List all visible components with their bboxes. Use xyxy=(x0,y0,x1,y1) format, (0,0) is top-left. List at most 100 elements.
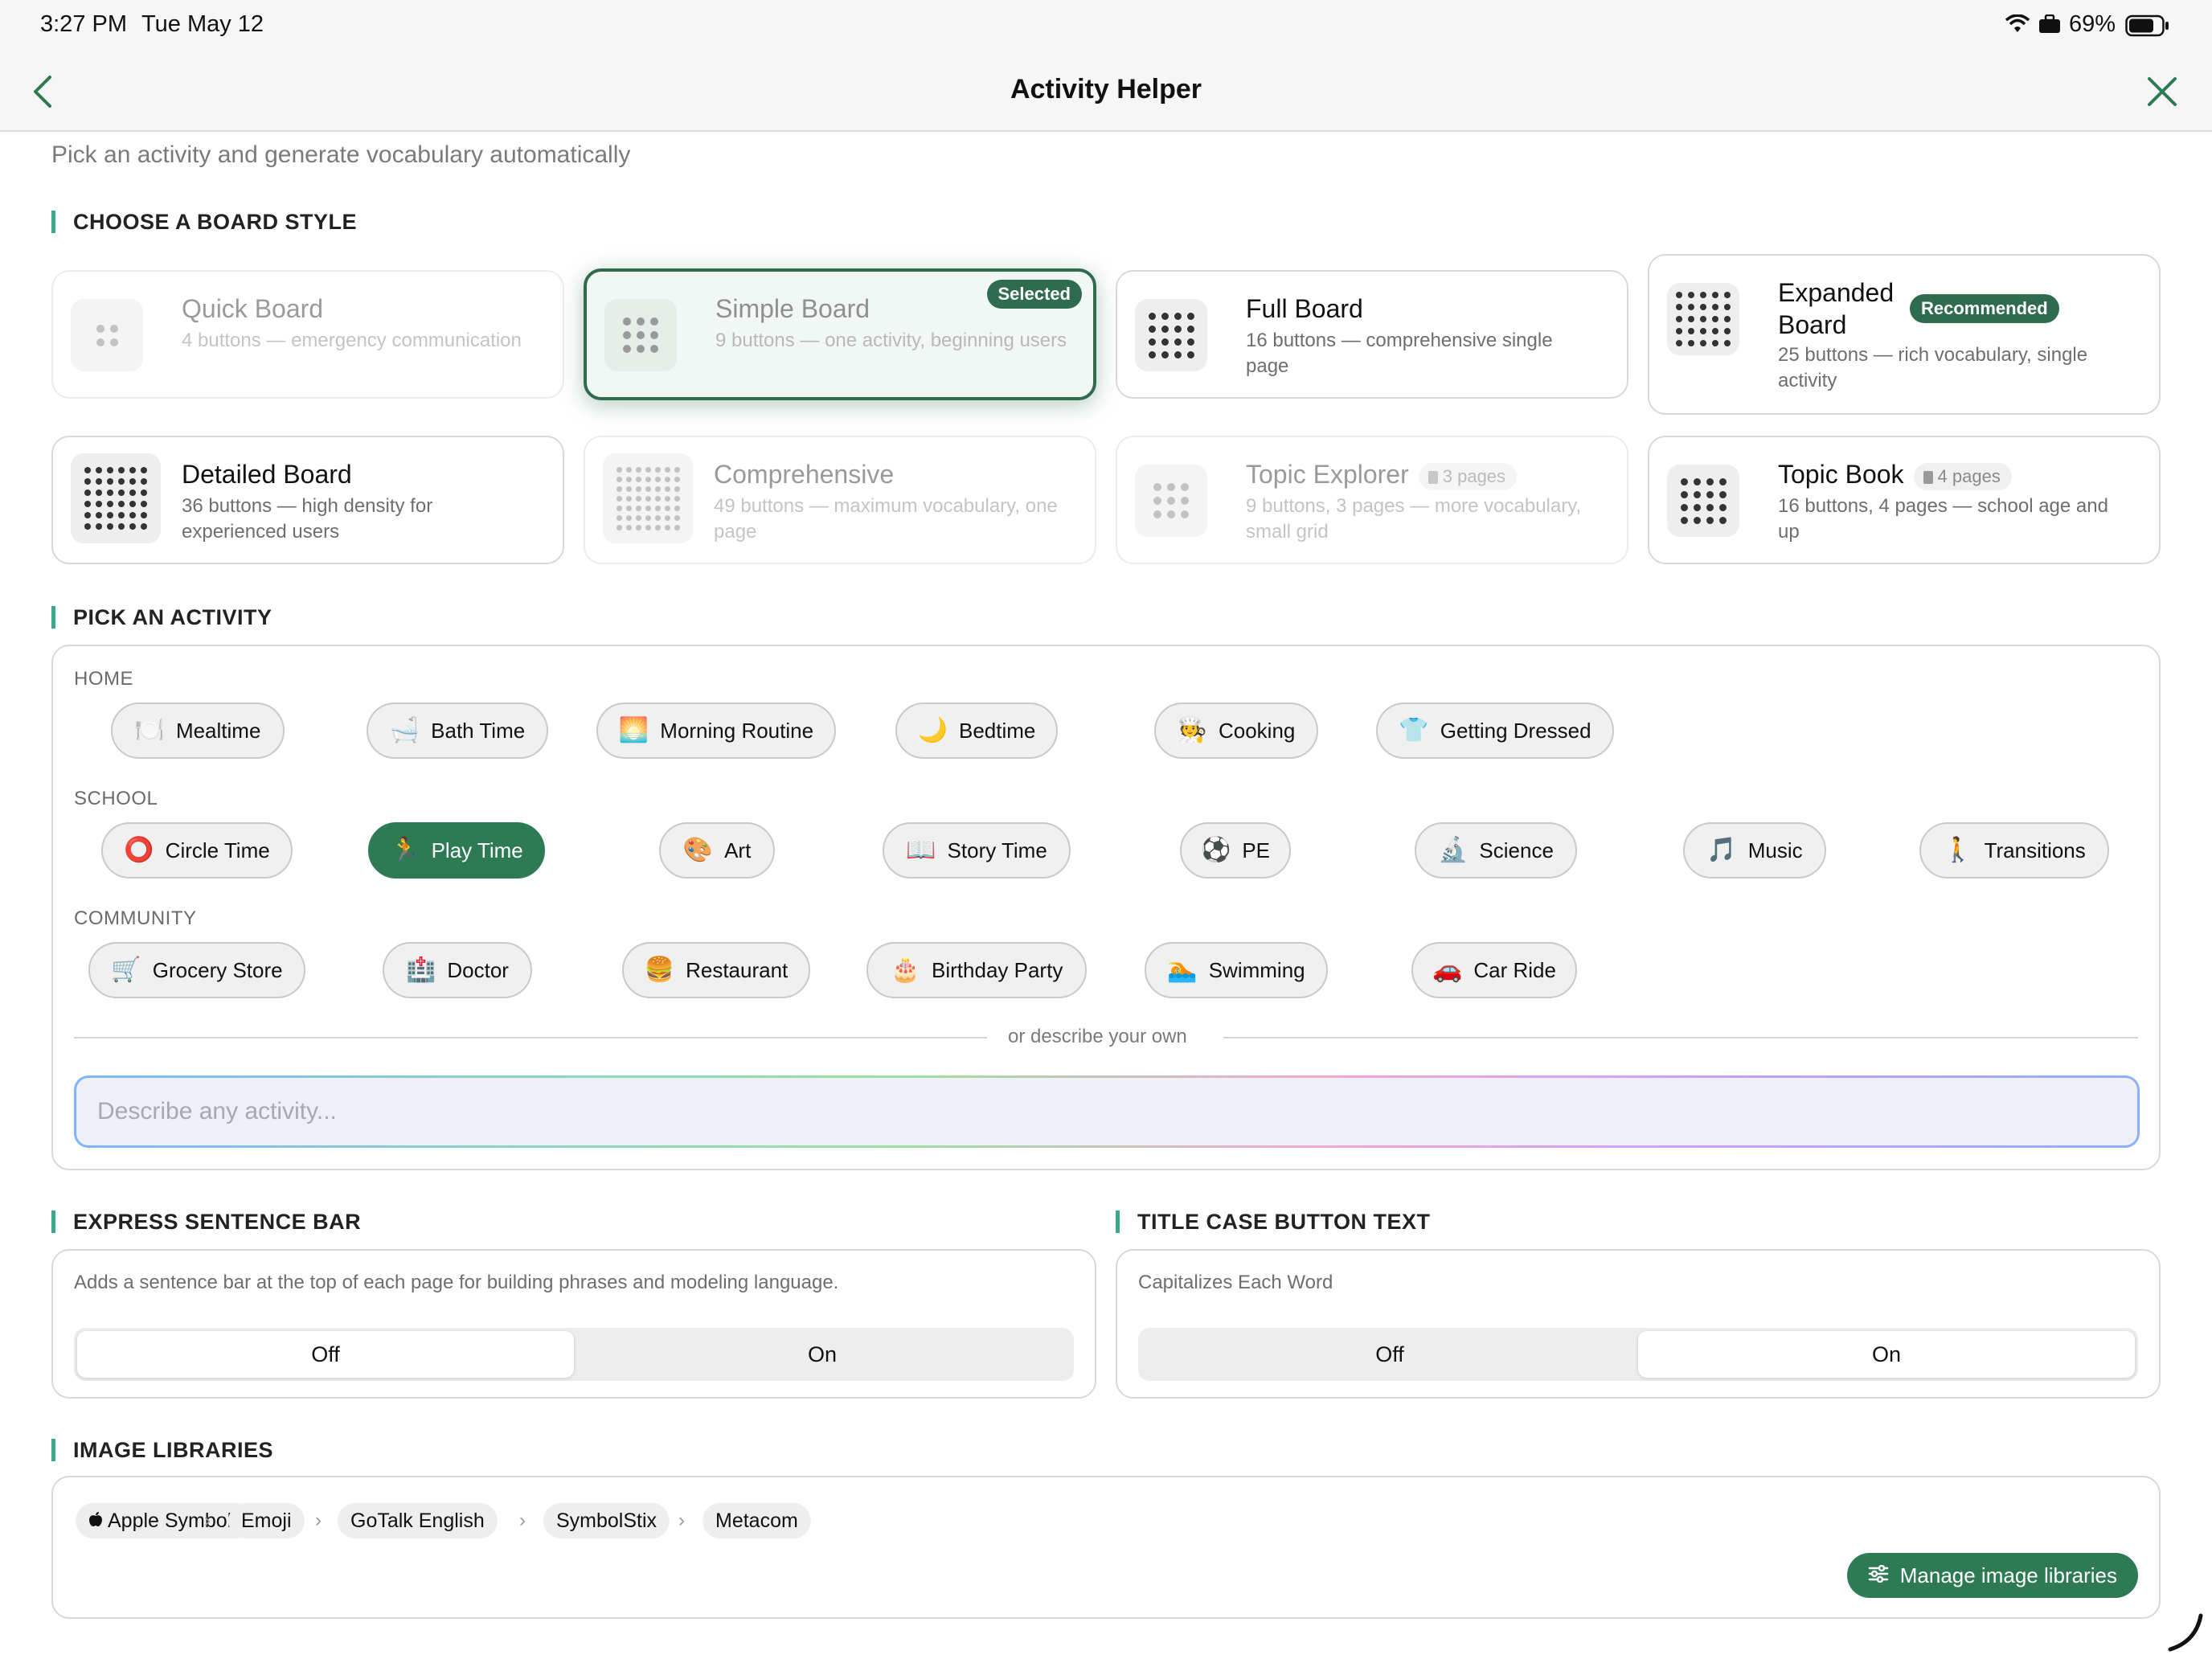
library-chip-metacom[interactable]: Metacom xyxy=(703,1503,811,1538)
grid-dot xyxy=(1153,497,1161,505)
grid-dot xyxy=(1718,477,1727,485)
chip-label: Morning Routine xyxy=(660,718,814,743)
activity-chip-music[interactable]: 🎵 Music xyxy=(1683,822,1826,879)
grid-2x2-icon xyxy=(71,299,143,371)
activity-chip-art[interactable]: 🎨 Art xyxy=(659,822,775,879)
board-card-desc: 25 buttons — rich vocabulary, single act… xyxy=(1778,344,2088,391)
grid-dot xyxy=(616,505,622,511)
grid-dot xyxy=(1688,328,1694,334)
board-card-expanded[interactable]: Expanded Board 25 buttons — rich vocabul… xyxy=(1648,254,2161,415)
grid-dot xyxy=(654,466,661,473)
or-describe-label: or describe your own xyxy=(1008,1026,1187,1047)
pages-icon xyxy=(1428,470,1438,484)
grid-dot xyxy=(1700,340,1706,346)
board-card-comprehensive[interactable]: Comprehensive 49 buttons — maximum vocab… xyxy=(584,436,1096,564)
grid-dot xyxy=(141,512,147,518)
grid-dot xyxy=(1186,338,1194,346)
grid-dot xyxy=(635,524,641,530)
grid-dot xyxy=(1167,483,1175,491)
activity-chip-cooking[interactable]: 🧑‍🍳 Cooking xyxy=(1154,703,1318,759)
activity-chip-swimming[interactable]: 🏊 Swimming xyxy=(1145,942,1328,998)
activity-chip-bath-time[interactable]: 🛁 Bath Time xyxy=(367,703,548,759)
board-card-simple[interactable]: Simple Board 9 buttons — one activity, b… xyxy=(584,268,1096,400)
activity-chip-doctor[interactable]: 🏥 Doctor xyxy=(383,942,532,998)
grid-dot xyxy=(664,466,670,473)
board-card-detailed[interactable]: Detailed Board 36 buttons — high density… xyxy=(51,436,564,564)
library-label: Metacom xyxy=(715,1509,798,1532)
board-card-desc: 9 buttons — one activity, beginning user… xyxy=(715,330,1067,351)
apple-logo-icon xyxy=(88,1509,103,1533)
activity-chip-bedtime[interactable]: 🌙 Bedtime xyxy=(895,703,1058,759)
grid-dot xyxy=(654,514,661,521)
activity-chip-transitions[interactable]: 🚶 Transitions xyxy=(1919,822,2109,879)
activity-chip-pe[interactable]: ⚽ PE xyxy=(1180,822,1291,879)
board-card-topic-book[interactable]: Topic Book 4 pages 16 buttons, 4 pages — … xyxy=(1648,436,2161,564)
grid-dot xyxy=(84,501,91,507)
chip-label: Getting Dressed xyxy=(1440,718,1591,743)
grid-dot xyxy=(635,495,641,502)
status-date: Tue May 12 xyxy=(141,11,264,37)
title-case-desc: Capitalizes Each Word xyxy=(1138,1272,1333,1293)
activity-chip-mealtime[interactable]: 🍽️ Mealtime xyxy=(111,703,285,759)
grid-dot xyxy=(1181,497,1189,505)
board-card-name: Topic Explorer xyxy=(1246,460,1409,489)
grid-dot xyxy=(109,324,118,333)
sentence-bar-on-option[interactable]: On xyxy=(574,1331,1071,1378)
library-chip-gotalk-english[interactable]: GoTalk English xyxy=(338,1503,498,1538)
grid-dot xyxy=(625,505,632,511)
grid-dot xyxy=(118,478,125,485)
describe-activity-input[interactable] xyxy=(76,1078,2137,1145)
grid-dot xyxy=(1688,316,1694,322)
grid-dot xyxy=(645,476,651,482)
grid-dot xyxy=(1700,328,1706,334)
close-icon[interactable] xyxy=(2146,76,2178,112)
activity-chip-birthday-party[interactable]: 🎂 Birthday Party xyxy=(866,942,1087,998)
activity-chip-science[interactable]: 🔬 Science xyxy=(1415,822,1577,879)
activity-chip-grocery-store[interactable]: 🛒 Grocery Store xyxy=(88,942,305,998)
activity-chip-restaurant[interactable]: 🍔 Restaurant xyxy=(622,942,810,998)
grid-dot xyxy=(129,490,136,496)
grid-dot xyxy=(1148,350,1156,358)
title-case-on-option[interactable]: On xyxy=(1638,1331,2135,1378)
grid-dot xyxy=(118,501,125,507)
divider-left xyxy=(74,1037,987,1038)
chip-label: Story Time xyxy=(947,838,1047,862)
board-card-quick[interactable]: Quick Board 4 buttons — emergency commun… xyxy=(51,270,564,399)
sentence-bar-off-option[interactable]: Off xyxy=(77,1331,574,1378)
activity-chip-circle-time[interactable]: ⭕ Circle Time xyxy=(101,822,293,879)
title-case-off-option[interactable]: Off xyxy=(1141,1331,1638,1378)
grid-dot xyxy=(1688,292,1694,298)
board-card-full[interactable]: Full Board 16 buttons — comprehensive si… xyxy=(1116,270,1628,399)
grid-dot xyxy=(625,524,632,530)
section-title-activity: PICK AN ACTIVITY xyxy=(51,606,272,629)
manage-image-libraries-button[interactable]: Manage image libraries xyxy=(1846,1553,2138,1598)
grid-dot xyxy=(1148,312,1156,320)
grid-dot xyxy=(1693,503,1701,511)
grid-dot xyxy=(674,466,680,473)
grid-dot xyxy=(84,478,91,485)
chip-label: Transitions xyxy=(1984,838,2086,862)
grid-dot xyxy=(645,505,651,511)
grid-dot xyxy=(1174,325,1182,333)
chevron-right-icon: › xyxy=(204,1509,211,1531)
grid-dot xyxy=(1676,304,1682,310)
grid-dot xyxy=(635,514,641,521)
circle-icon: ⭕ xyxy=(124,836,154,864)
grid-dot xyxy=(616,476,622,482)
grid-dot xyxy=(645,495,651,502)
library-chip-emoji[interactable]: Emoji xyxy=(228,1503,305,1538)
activity-chip-getting-dressed[interactable]: 👕 Getting Dressed xyxy=(1376,703,1614,759)
recommended-badge: Recommended xyxy=(1910,294,2059,323)
library-chip-symbolstix[interactable]: SymbolStix xyxy=(543,1503,670,1538)
chip-label: Play Time xyxy=(431,838,523,862)
battery-percent: 69% xyxy=(2069,11,2116,37)
activity-chip-car-ride[interactable]: 🚗 Car Ride xyxy=(1411,942,1577,998)
pages-chip: 3 pages xyxy=(1418,462,1518,490)
board-card-topic-explorer[interactable]: Topic Explorer 3 pages 9 buttons, 3 pages… xyxy=(1116,436,1628,564)
grid-dot xyxy=(664,476,670,482)
grid-dot xyxy=(623,345,631,353)
grid-dot xyxy=(1712,316,1718,322)
activity-chip-story-time[interactable]: 📖 Story Time xyxy=(883,822,1071,879)
activity-chip-play-time[interactable]: 🏃 Play Time xyxy=(368,822,545,879)
activity-chip-morning-routine[interactable]: 🌅 Morning Routine xyxy=(596,703,836,759)
